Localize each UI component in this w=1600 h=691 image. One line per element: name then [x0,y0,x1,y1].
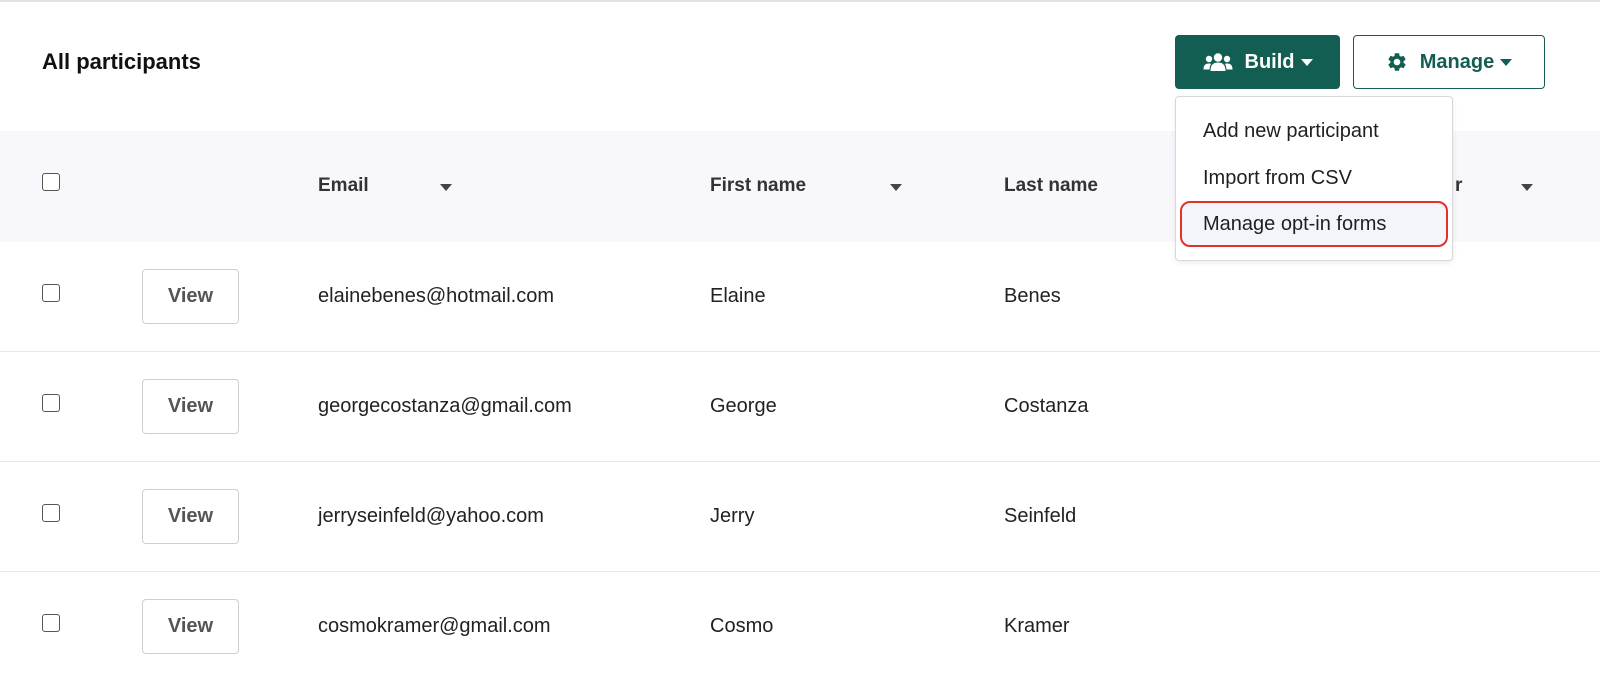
view-button[interactable]: View [142,269,239,324]
sort-email-icon[interactable] [440,184,452,191]
page-title: All participants [42,49,201,74]
manage-button[interactable]: Manage [1353,35,1545,89]
email-cell: cosmokramer@gmail.com [318,615,551,637]
column-header-last-name[interactable]: Last name [1004,175,1098,197]
view-button[interactable]: View [142,379,239,434]
build-button-label: Build [1244,50,1295,73]
sort-column-icon[interactable] [1521,184,1533,191]
row-checkbox[interactable] [42,394,60,412]
view-button[interactable]: View [142,599,239,654]
top-divider [0,0,1600,2]
email-cell: jerryseinfeld@yahoo.com [318,505,544,527]
chevron-down-icon [1500,58,1513,66]
first-name-cell: George [710,395,777,417]
chevron-down-icon [1300,58,1313,66]
column-header-email[interactable]: Email [318,175,369,197]
participants-page: All participants Build Manage Email Firs… [0,0,1600,691]
table-row: View georgecostanza@gmail.com George Cos… [0,352,1600,462]
first-name-cell: Cosmo [710,615,774,637]
email-cell: elainebenes@hotmail.com [318,285,554,307]
first-name-cell: Jerry [710,505,755,527]
email-cell: georgecostanza@gmail.com [318,395,572,417]
menu-item-manage-opt-in-forms[interactable]: Manage opt-in forms [1203,213,1386,236]
menu-item-import-from-csv[interactable]: Import from CSV [1203,167,1352,190]
sort-first-name-icon[interactable] [890,184,902,191]
column-header-partial[interactable]: r [1455,175,1462,197]
view-button[interactable]: View [142,489,239,544]
last-name-cell: Seinfeld [1004,505,1077,527]
row-checkbox[interactable] [42,284,60,302]
last-name-cell: Benes [1004,285,1061,307]
row-checkbox[interactable] [42,504,60,522]
gear-icon [1386,51,1408,73]
last-name-cell: Kramer [1004,615,1070,637]
select-all-checkbox[interactable] [42,173,60,191]
users-icon [1203,52,1233,72]
table-row: View jerryseinfeld@yahoo.com Jerry Seinf… [0,462,1600,572]
build-dropdown-menu: Add new participant Import from CSV Mana… [1175,96,1453,261]
build-button[interactable]: Build [1175,35,1340,89]
first-name-cell: Elaine [710,285,766,307]
table-row: View cosmokramer@gmail.com Cosmo Kramer [0,572,1600,682]
menu-item-add-new-participant[interactable]: Add new participant [1203,120,1379,143]
column-header-first-name[interactable]: First name [710,175,806,197]
last-name-cell: Costanza [1004,395,1089,417]
manage-button-label: Manage [1419,50,1495,73]
row-checkbox[interactable] [42,614,60,632]
